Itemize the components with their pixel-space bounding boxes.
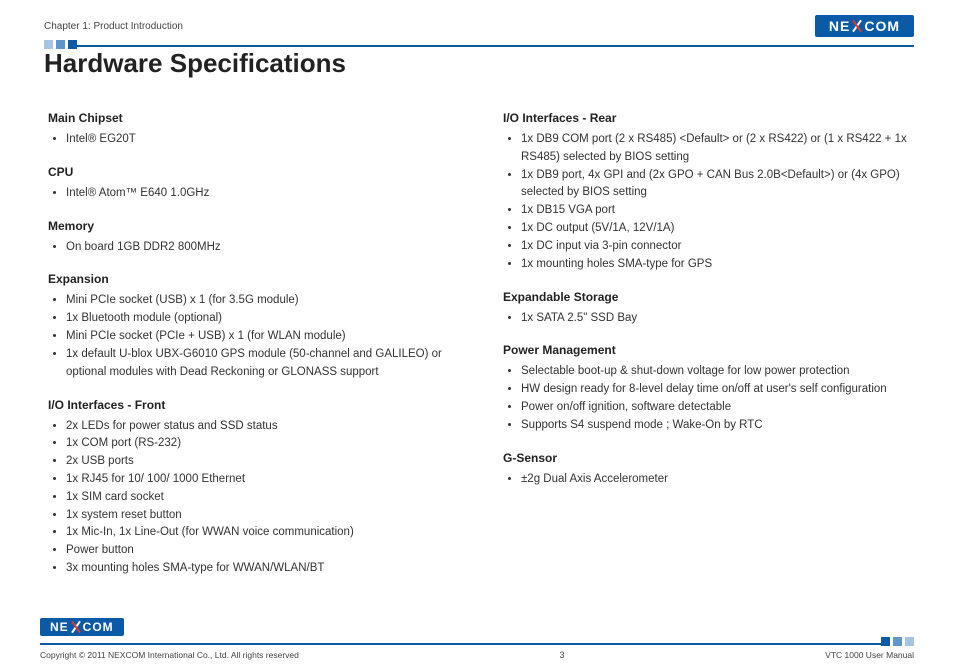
spec-list: ±2g Dual Axis Accelerometer	[509, 471, 914, 489]
spec-heading: Power Management	[503, 343, 914, 357]
spec-list: Intel® EG20T	[54, 131, 459, 149]
spec-item: 1x DB9 COM port (2 x RS485) <Default> or…	[521, 131, 914, 167]
spec-item: 1x default U-blox UBX-G6010 GPS module (…	[66, 346, 459, 382]
brand-post: COM	[864, 19, 900, 33]
spec-item: 1x SIM card socket	[66, 489, 459, 507]
spec-item: 1x RJ45 for 10/ 100/ 1000 Ethernet	[66, 471, 459, 489]
document-page: Chapter 1: Product Introduction NE COM Ha…	[0, 0, 954, 578]
spec-item: 2x USB ports	[66, 453, 459, 471]
brand-pre: NE	[50, 621, 69, 633]
spec-item: Supports S4 suspend mode ; Wake-On by RT…	[521, 417, 914, 435]
spec-item: Intel® Atom™ E640 1.0GHz	[66, 185, 459, 203]
page-title: Hardware Specifications	[44, 48, 914, 79]
spec-list: Selectable boot-up & shut-down voltage f…	[509, 363, 914, 434]
spec-item: Power on/off ignition, software detectab…	[521, 399, 914, 417]
document-name: VTC 1000 User Manual	[825, 650, 914, 660]
spec-item: 2x LEDs for power status and SSD status	[66, 418, 459, 436]
column-right: I/O Interfaces - Rear 1x DB9 COM port (2 …	[503, 111, 914, 578]
brand-x-icon	[851, 20, 863, 32]
spec-item: Selectable boot-up & shut-down voltage f…	[521, 363, 914, 381]
spec-list: On board 1GB DDR2 800MHz	[54, 239, 459, 257]
footer-squares-icon	[881, 637, 914, 646]
brand-pre: NE	[829, 19, 850, 33]
spec-item: 1x COM port (RS-232)	[66, 435, 459, 453]
spec-item: Mini PCIe socket (PCIe + USB) x 1 (for W…	[66, 328, 459, 346]
spec-heading: I/O Interfaces - Front	[48, 398, 459, 412]
spec-list: 1x SATA 2.5" SSD Bay	[509, 310, 914, 328]
spec-item: 1x DC input via 3-pin connector	[521, 238, 914, 256]
spec-item: 1x SATA 2.5" SSD Bay	[521, 310, 914, 328]
spec-item: 1x DC output (5V/1A, 12V/1A)	[521, 220, 914, 238]
spec-heading: Expansion	[48, 272, 459, 286]
footer-rule	[40, 639, 914, 647]
page-footer: NE COM Copyright © 2011 NEXCOM Internatio…	[40, 618, 914, 660]
spec-item: 1x DB9 port, 4x GPI and (2x GPO + CAN Bu…	[521, 167, 914, 203]
spec-heading: Main Chipset	[48, 111, 459, 125]
spec-item: 3x mounting holes SMA-type for WWAN/WLAN…	[66, 560, 459, 578]
brand-x-icon	[70, 621, 82, 633]
spec-heading: Expandable Storage	[503, 290, 914, 304]
spec-item: 1x Bluetooth module (optional)	[66, 310, 459, 328]
spec-item: 1x mounting holes SMA-type for GPS	[521, 256, 914, 274]
spec-list: 2x LEDs for power status and SSD status1…	[54, 418, 459, 578]
brand-logo: NE COM	[815, 15, 914, 37]
spec-item: Power button	[66, 542, 459, 560]
footer-brand-logo: NE COM	[40, 618, 124, 636]
brand-post: COM	[83, 621, 114, 633]
page-header: Chapter 1: Product Introduction NE COM	[44, 14, 914, 38]
spec-item: 1x Mic-In, 1x Line-Out (for WWAN voice c…	[66, 524, 459, 542]
spec-heading: CPU	[48, 165, 459, 179]
chapter-label: Chapter 1: Product Introduction	[44, 21, 183, 32]
spec-heading: I/O Interfaces - Rear	[503, 111, 914, 125]
copyright-text: Copyright © 2011 NEXCOM International Co…	[40, 650, 299, 660]
content-columns: Main Chipset Intel® EG20T CPU Intel® Atom™ …	[48, 111, 914, 578]
spec-list: 1x DB9 COM port (2 x RS485) <Default> or…	[509, 131, 914, 274]
spec-item: 1x system reset button	[66, 507, 459, 525]
spec-heading: Memory	[48, 219, 459, 233]
column-left: Main Chipset Intel® EG20T CPU Intel® Atom™ …	[48, 111, 459, 578]
spec-item: Mini PCIe socket (USB) x 1 (for 3.5G mod…	[66, 292, 459, 310]
page-number: 3	[560, 650, 565, 660]
spec-list: Intel® Atom™ E640 1.0GHz	[54, 185, 459, 203]
spec-item: On board 1GB DDR2 800MHz	[66, 239, 459, 257]
spec-item: 1x DB15 VGA port	[521, 202, 914, 220]
spec-heading: G-Sensor	[503, 451, 914, 465]
spec-item: Intel® EG20T	[66, 131, 459, 149]
spec-item: ±2g Dual Axis Accelerometer	[521, 471, 914, 489]
spec-item: HW design ready for 8-level delay time o…	[521, 381, 914, 399]
spec-list: Mini PCIe socket (USB) x 1 (for 3.5G mod…	[54, 292, 459, 381]
header-rule	[44, 42, 914, 48]
